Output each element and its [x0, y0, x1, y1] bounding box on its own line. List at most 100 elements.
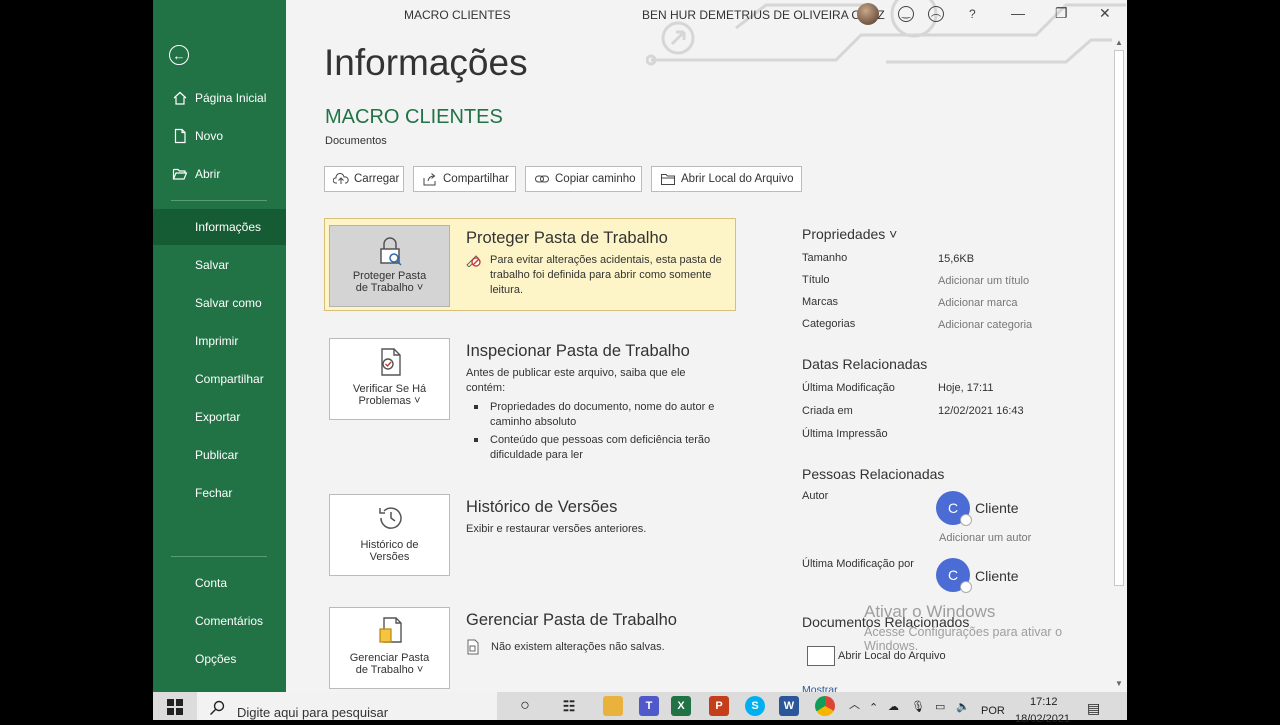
version-history-line1: Histórico de [360, 539, 419, 551]
modified-by-name[interactable]: Cliente [975, 568, 1019, 584]
sidebar-item-share[interactable]: Compartilhar [153, 361, 286, 397]
property-key: Título [802, 274, 830, 286]
windows-start-icon[interactable] [167, 699, 183, 715]
activation-line2: Acesse Configurações para ativar o [864, 625, 1063, 639]
sidebar-item-feedback[interactable]: Comentários [153, 603, 286, 639]
sidebar-item-label: Publicar [195, 448, 239, 462]
user-name[interactable]: BEN HUR DEMETRIUS DE OLIVEIRA CRUZ [642, 8, 885, 22]
skype-icon[interactable]: S [745, 696, 765, 716]
chevron-up-icon[interactable]: ⌃ [869, 701, 878, 714]
sidebar-divider [171, 556, 267, 557]
volume-icon[interactable]: 🔈 [956, 700, 970, 713]
teams-icon[interactable]: T [639, 696, 659, 716]
sidebar-item-publish[interactable]: Publicar [153, 437, 286, 473]
protect-workbook-button[interactable]: Proteger Pasta de Trabalho ˅ [329, 225, 450, 307]
history-icon [378, 507, 402, 529]
properties-heading[interactable]: Propriedades ˅ [802, 226, 897, 242]
share-button[interactable]: Compartilhar [413, 166, 516, 192]
author-avatar[interactable]: C [936, 491, 972, 526]
file-name: MACRO CLIENTES [325, 106, 503, 128]
upload-button[interactable]: Carregar [324, 166, 404, 192]
smile-feedback-icon[interactable]: ‿ [898, 6, 914, 22]
sidebar-item-label: Informações [195, 220, 262, 234]
help-icon[interactable]: ? [969, 7, 976, 21]
version-history-button[interactable]: Histórico de Versões [329, 494, 450, 576]
frown-feedback-icon[interactable]: ︵ [928, 6, 944, 22]
file-explorer-icon[interactable] [603, 696, 623, 716]
manage-workbook-line2: de Trabalho ˅ [355, 664, 424, 676]
windows-taskbar: Digite aqui para pesquisar ○ ☷ T X P S W… [153, 692, 1127, 725]
network-icon[interactable]: ▭ [935, 700, 945, 713]
upload-icon [333, 173, 349, 184]
manage-workbook-icon [378, 617, 402, 643]
inspect-bullet: Conteúdo que pessoas com deficiência ter… [474, 433, 740, 463]
scroll-up-icon[interactable]: ▲ [1114, 38, 1124, 48]
sidebar-item-print[interactable]: Imprimir [153, 323, 286, 359]
excel-icon[interactable]: X [671, 696, 691, 716]
vertical-scrollbar[interactable]: ▲ ▼ [1112, 36, 1127, 692]
manage-workbook-button[interactable]: Gerenciar Pasta de Trabalho ˅ [329, 607, 450, 689]
author-name[interactable]: Cliente [975, 500, 1019, 516]
backstage-sidebar: ← Página Inicial Novo Abrir Informações … [153, 0, 286, 692]
manage-description: Não existem alterações não salvas. [491, 641, 665, 653]
open-file-location-button[interactable]: Abrir Local do Arquivo [651, 166, 802, 192]
sidebar-item-open[interactable]: Abrir [153, 156, 286, 192]
sidebar-item-account[interactable]: Conta [153, 565, 286, 601]
sidebar-item-info[interactable]: Informações [153, 209, 286, 245]
user-avatar[interactable] [857, 3, 879, 25]
modified-by-avatar[interactable]: C [936, 558, 972, 593]
powerpoint-icon[interactable]: P [709, 696, 729, 716]
sidebar-item-options[interactable]: Opções [153, 641, 286, 677]
widgets-icon[interactable]: ☷ [559, 696, 579, 716]
chrome-icon[interactable] [815, 696, 835, 716]
copy-path-button[interactable]: Copiar caminho [525, 166, 642, 192]
home-icon [173, 91, 187, 105]
manage-title: Gerenciar Pasta de Trabalho [466, 611, 677, 629]
check-issues-button[interactable]: Verificar Se Há Problemas ˅ [329, 338, 450, 420]
screen: ← Página Inicial Novo Abrir Informações … [0, 0, 1280, 725]
clock-date[interactable]: 18/02/2021 [1015, 713, 1070, 725]
share-icon [423, 173, 436, 186]
sidebar-item-save[interactable]: Salvar [153, 247, 286, 283]
sidebar-item-export[interactable]: Exportar [153, 399, 286, 435]
window-title: MACRO CLIENTES [404, 8, 511, 22]
activation-line1: Ativar o Windows [864, 602, 996, 621]
show-all-properties-link[interactable]: Mostrar Todas as Propriedades [802, 684, 864, 692]
property-value-tags[interactable]: Adicionar marca [938, 297, 1017, 309]
close-button[interactable]: ✕ [1099, 5, 1111, 22]
restore-button[interactable]: ❐ [1055, 5, 1068, 22]
date-value-modified: Hoje, 17:11 [938, 382, 994, 394]
open-folder-icon [172, 168, 188, 180]
task-view-icon[interactable]: ○ [515, 696, 535, 716]
tray-expand-icon[interactable]: ︿ [849, 696, 860, 712]
sidebar-item-home[interactable]: Página Inicial [153, 80, 286, 116]
protect-description: Para evitar alterações acidentais, esta … [490, 254, 722, 296]
property-value-categories[interactable]: Adicionar categoria [938, 319, 1032, 331]
open-file-location-label: Abrir Local do Arquivo [681, 173, 794, 185]
clock-time[interactable]: 17:12 [1030, 696, 1058, 708]
sidebar-item-new[interactable]: Novo [153, 118, 286, 154]
microphone-icon[interactable]: 🎙 [911, 700, 925, 713]
sidebar-item-label: Exportar [195, 410, 241, 424]
add-author-link[interactable]: Adicionar um autor [939, 532, 1031, 544]
sidebar-item-label: Fechar [195, 486, 233, 500]
minimize-button[interactable]: — [1011, 5, 1025, 21]
taskbar-search-box[interactable]: Digite aqui para pesquisar [197, 692, 497, 720]
scroll-down-icon[interactable]: ▼ [1114, 679, 1124, 689]
people-heading: Pessoas Relacionadas [802, 466, 945, 482]
notifications-icon[interactable]: ▤ [1087, 700, 1100, 717]
sidebar-item-close[interactable]: Fechar [153, 475, 286, 511]
backstage-main: MACRO CLIENTES BEN HUR DEMETRIUS DE OLIV… [286, 0, 1127, 692]
onedrive-icon[interactable]: ☁ [888, 700, 899, 713]
property-value-title[interactable]: Adicionar um título [938, 275, 1029, 287]
history-description: Exibir e restaurar versões anteriores. [466, 523, 647, 535]
word-icon[interactable]: W [779, 696, 799, 716]
property-key: Categorias [802, 318, 856, 330]
excel-backstage-window: ← Página Inicial Novo Abrir Informações … [153, 0, 1127, 692]
property-key: Tamanho [802, 252, 848, 264]
sidebar-item-save-as[interactable]: Salvar como [153, 285, 286, 321]
scroll-thumb[interactable] [1114, 50, 1124, 586]
language-indicator[interactable]: POR [981, 705, 1005, 717]
property-key: Marcas [802, 296, 839, 308]
back-arrow-icon[interactable]: ← [169, 45, 189, 65]
